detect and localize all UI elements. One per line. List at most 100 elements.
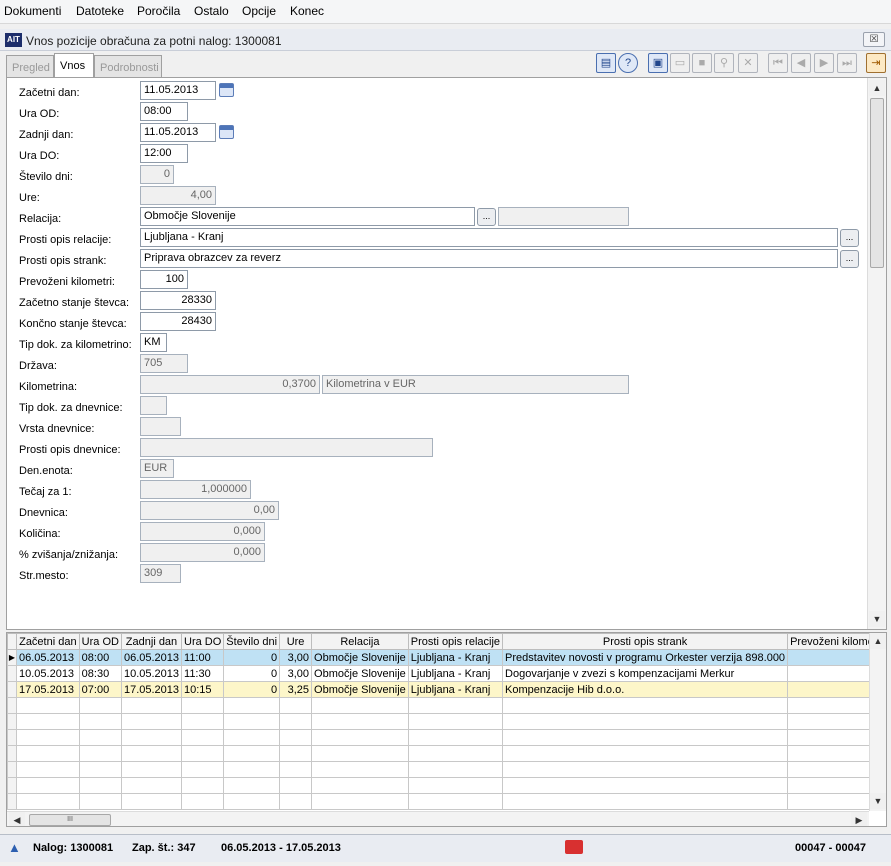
str-mesto-input[interactable]: 309	[140, 564, 181, 583]
drzava-input[interactable]: 705	[140, 354, 188, 373]
scroll-thumb[interactable]	[870, 98, 884, 268]
zadnji-dan-input[interactable]: 11.05.2013	[140, 123, 216, 142]
table-row[interactable]: 17.05.2013 07:00 17.05.2013 10:15 0 3,25…	[7, 681, 886, 698]
grid-hscroll-thumb[interactable]: III	[29, 814, 111, 826]
prosti-opis-strank-input[interactable]: Priprava obrazcev za reverz	[140, 249, 838, 268]
last-record-icon[interactable]: ⏭	[837, 53, 857, 73]
cell[interactable]: Območje Slovenije	[311, 681, 409, 698]
scroll-down-icon[interactable]: ▼	[869, 611, 885, 627]
menu-datoteke[interactable]: Datoteke	[76, 4, 124, 18]
cell[interactable]: 0	[223, 681, 281, 698]
grid-header-prosti-opis-strank[interactable]: Prosti opis strank	[502, 633, 789, 650]
kolicina-input[interactable]: 0,000	[140, 522, 265, 541]
cell[interactable]: 0	[223, 665, 281, 682]
cell[interactable]: Ljubljana - Kranj	[407, 665, 504, 682]
ura-do-input[interactable]: 12:00	[140, 144, 188, 163]
cell[interactable]: Dogovarjanje v zvezi s kompenzacijami Me…	[502, 665, 789, 682]
cell[interactable]: 0	[223, 649, 281, 666]
cell[interactable]: 08:30	[78, 665, 122, 682]
table-row[interactable]: ▶ 06.05.2013 08:00 06.05.2013 11:00 0 3,…	[7, 649, 886, 666]
exit-icon[interactable]: ⇥	[866, 53, 886, 73]
help-icon[interactable]: ?	[618, 53, 638, 73]
prosti-opis-dnevnice-input[interactable]	[140, 438, 433, 457]
grid-scroll-right-icon[interactable]: ▶	[851, 812, 867, 826]
menu-ostalo[interactable]: Ostalo	[194, 4, 229, 18]
prosti-opis-relacije-button[interactable]: ...	[840, 229, 859, 247]
cell[interactable]: Kompenzacije Hib d.o.o.	[502, 681, 789, 698]
grid-scroll-down-icon[interactable]: ▼	[870, 793, 886, 809]
tip-dok-dnevnice-input[interactable]	[140, 396, 167, 415]
first-record-icon[interactable]: ⏮	[768, 53, 788, 73]
cell[interactable]: 06.05.2013	[16, 649, 80, 666]
cell[interactable]: 07:00	[78, 681, 122, 698]
cell[interactable]: 3,25	[279, 681, 313, 698]
zvisanje-input[interactable]: 0,000	[140, 543, 265, 562]
grid-scroll-left-icon[interactable]: ◀	[9, 812, 25, 826]
menu-opcije[interactable]: Opcije	[242, 4, 276, 18]
close-window-button[interactable]: ☒	[863, 32, 885, 47]
grid-header-zacetni-dan[interactable]: Začetni dan	[16, 633, 80, 650]
cell[interactable]: 3,00	[279, 665, 313, 682]
grid-header-zadnji-dan[interactable]: Zadnji dan	[120, 633, 183, 650]
grid-header-ure[interactable]: Ure	[279, 633, 313, 650]
cell[interactable]: Ljubljana - Kranj	[407, 681, 504, 698]
grid-scroll-up-icon[interactable]: ▲	[870, 633, 886, 649]
save-icon[interactable]: ▣	[648, 53, 668, 73]
cell[interactable]: 11:00	[181, 649, 225, 666]
cell[interactable]: 10.05.2013	[120, 665, 183, 682]
grid-header-ura-do[interactable]: Ura DO	[181, 633, 225, 650]
cell[interactable]: 17.05.2013	[120, 681, 183, 698]
grid-header-prosti-opis-relacije[interactable]: Prosti opis relacije	[407, 633, 504, 650]
cell[interactable]: 17.05.2013	[16, 681, 80, 698]
tip-dok-km-input[interactable]: KM	[140, 333, 167, 352]
calendar-icon[interactable]	[219, 125, 234, 139]
search-icon[interactable]: ⚲	[714, 53, 734, 73]
cell[interactable]: 3,00	[279, 649, 313, 666]
calendar-icon[interactable]	[219, 83, 234, 97]
vrsta-dnevnice-input[interactable]	[140, 417, 181, 436]
relacija-lookup-button[interactable]: ...	[477, 208, 496, 226]
grid-vertical-scrollbar[interactable]: ▲ ▼	[869, 633, 886, 811]
cell[interactable]: Ljubljana - Kranj	[407, 649, 504, 666]
form-scrollbar[interactable]: ▲ ▼	[867, 78, 886, 629]
open-folder-icon[interactable]: ▭	[670, 53, 690, 73]
prevozeni-km-input[interactable]: 100	[140, 270, 188, 289]
cancel-icon[interactable]: ✕	[738, 53, 758, 73]
relacija-input[interactable]: Območje Slovenije	[140, 207, 475, 226]
koncno-stanje-input[interactable]: 28430	[140, 312, 216, 331]
den-enota-input[interactable]: EUR	[140, 459, 174, 478]
tab-vnos[interactable]: Vnos	[54, 53, 94, 77]
cell[interactable]: 08:00	[78, 649, 122, 666]
stevilo-dni-input[interactable]: 0	[140, 165, 174, 184]
tab-pregled[interactable]: Pregled	[6, 55, 54, 77]
tecaj-input[interactable]: 1,000000	[140, 480, 251, 499]
zacetno-stanje-input[interactable]: 28330	[140, 291, 216, 310]
table-row[interactable]: 10.05.2013 08:30 10.05.2013 11:30 0 3,00…	[7, 665, 886, 682]
scroll-up-icon[interactable]: ▲	[869, 80, 885, 96]
previous-record-icon[interactable]: ◀	[791, 53, 811, 73]
menu-porocila[interactable]: Poročila	[137, 4, 180, 18]
grid-header-stevilo-dni[interactable]: Število dni	[223, 633, 281, 650]
ura-od-input[interactable]: 08:00	[140, 102, 188, 121]
menu-dokumenti[interactable]: Dokumenti	[4, 4, 61, 18]
cell[interactable]: 06.05.2013	[120, 649, 183, 666]
cell[interactable]: 10:15	[181, 681, 225, 698]
grid-header-relacija[interactable]: Relacija	[311, 633, 409, 650]
prosti-opis-strank-button[interactable]: ...	[840, 250, 859, 268]
menu-konec[interactable]: Konec	[290, 4, 324, 18]
kilometrina-input[interactable]: 0,3700	[140, 375, 320, 394]
tab-podrobnosti[interactable]: Podrobnosti	[94, 55, 162, 77]
print-preview-icon[interactable]: ▤	[596, 53, 616, 73]
prosti-opis-relacije-input[interactable]: Ljubljana - Kranj	[140, 228, 838, 247]
cell[interactable]: 10.05.2013	[16, 665, 80, 682]
ure-input[interactable]: 4,00	[140, 186, 216, 205]
next-record-icon[interactable]: ▶	[814, 53, 834, 73]
delete-icon[interactable]: ■	[692, 53, 712, 73]
cell[interactable]: 11:30	[181, 665, 225, 682]
grid-header-ura-od[interactable]: Ura OD	[78, 633, 122, 650]
zacetni-dan-input[interactable]: 11.05.2013	[140, 81, 216, 100]
cell[interactable]: Predstavitev novosti v programu Orkester…	[502, 649, 789, 666]
cell[interactable]: Območje Slovenije	[311, 665, 409, 682]
dnevnica-input[interactable]: 0,00	[140, 501, 279, 520]
grid-horizontal-scrollbar[interactable]: ◀ III ▶	[7, 811, 869, 826]
